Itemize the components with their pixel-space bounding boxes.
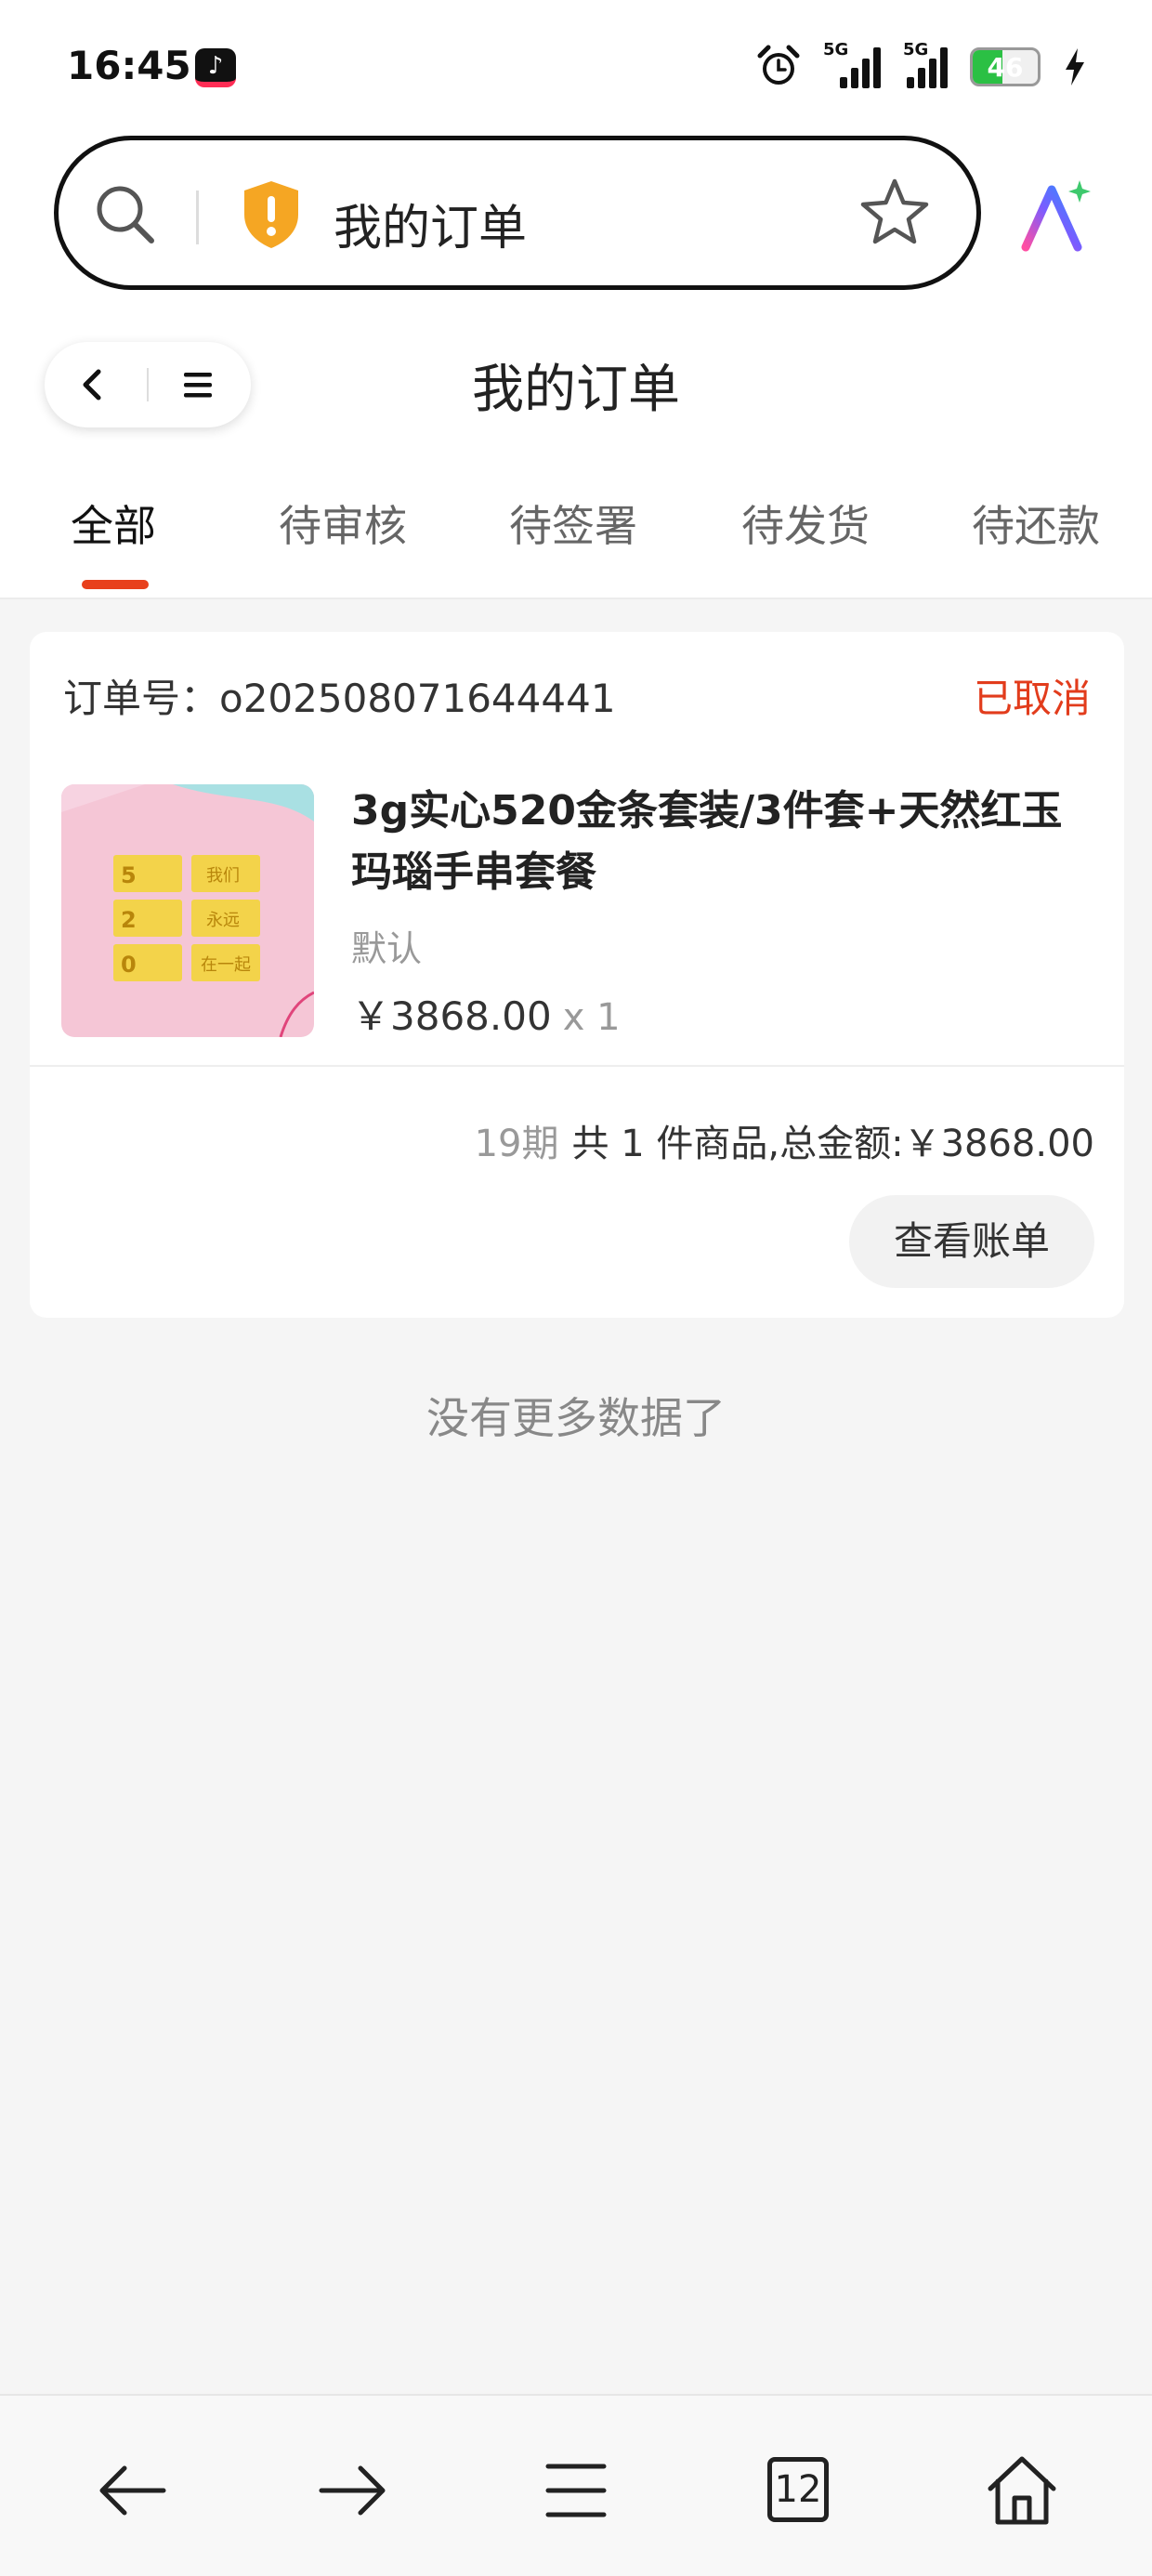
battery-icon: 46 [970, 47, 1041, 86]
signal-icon-1: 5G [823, 40, 881, 88]
order-tabs: 全部 待审核 待签署 待发货 待还款 [0, 493, 1152, 567]
back-arrow-icon[interactable] [93, 2451, 171, 2530]
product-image[interactable]: 5 我们 2 永远 0 在一起 [61, 784, 314, 1037]
tab-pending-sign[interactable]: 待签署 [509, 493, 637, 554]
address-bar[interactable]: 我的订单 [54, 136, 981, 290]
order-summary: 19期共 1 件商品,总金额:￥3868.00 [475, 1113, 1094, 1167]
status-time: 16:45 [67, 43, 191, 88]
tabs-icon[interactable]: 12 [767, 2457, 829, 2522]
alarm-icon [757, 45, 800, 85]
product-spec: 默认 [351, 928, 423, 969]
page-title: 我的订单 [472, 360, 680, 420]
order-status: 已取消 [973, 676, 1091, 721]
charging-icon [1066, 48, 1084, 85]
gold-bar-label-4: 永远 [206, 911, 240, 930]
product-price-row: ￥3868.00 x 1 [351, 985, 621, 1042]
status-indicators: 5G 5G 46 [756, 40, 1087, 93]
order-card[interactable]: 订单号：o202508071644441 已取消 5 我们 2 永远 0 在一起… [30, 632, 1124, 1318]
battery-level: 46 [987, 52, 1024, 83]
status-bar: 16:45 ♪ 5G 5G 46 [0, 0, 1152, 130]
signal-1-label: 5G [823, 40, 849, 59]
installment-period: 19期 [474, 1123, 559, 1165]
product-price: ￥3868.00 [351, 993, 552, 1039]
gold-bar-label-3: 2 [121, 907, 137, 933]
search-icon[interactable] [92, 181, 159, 248]
menu-icon[interactable] [537, 2451, 615, 2530]
shield-warning-icon[interactable] [241, 179, 302, 250]
gold-bar-label-6: 在一起 [201, 955, 251, 975]
ai-assistant-icon[interactable] [1018, 177, 1096, 255]
forward-arrow-icon[interactable] [314, 2451, 392, 2530]
signal-icon-2: 5G [903, 40, 948, 88]
gold-bar-label-5: 0 [121, 952, 137, 978]
no-more-data: 没有更多数据了 [426, 1393, 726, 1443]
star-icon[interactable] [857, 176, 932, 250]
order-total: 共 1 件商品,总金额:￥3868.00 [571, 1123, 1094, 1165]
signal-2-label: 5G [903, 40, 929, 59]
gold-bar-label-2: 我们 [206, 866, 240, 886]
order-number-value: o202508071644441 [219, 676, 616, 721]
address-title[interactable]: 我的订单 [334, 189, 527, 258]
tab-pending-repay[interactable]: 待还款 [972, 493, 1100, 554]
tab-pending-ship[interactable]: 待发货 [741, 493, 870, 554]
tab-indicator [82, 580, 149, 589]
tab-pending-review[interactable]: 待审核 [279, 493, 407, 554]
view-bill-button[interactable]: 查看账单 [849, 1195, 1094, 1288]
order-number: 订单号：o202508071644441 [63, 667, 616, 724]
tiktok-icon: ♪ [195, 48, 236, 87]
order-number-label: 订单号： [63, 676, 220, 721]
tab-all[interactable]: 全部 [71, 493, 156, 554]
gold-bar-label-1: 5 [121, 862, 137, 888]
home-icon[interactable] [983, 2451, 1061, 2530]
bottom-nav: 12 [0, 2394, 1152, 2576]
address-divider [196, 191, 199, 244]
card-divider [30, 1065, 1124, 1067]
product-qty: x 1 [562, 996, 621, 1039]
product-name[interactable]: 3g实心520金条套装/3件套+天然红玉玛瑙手串套餐 [351, 781, 1094, 903]
